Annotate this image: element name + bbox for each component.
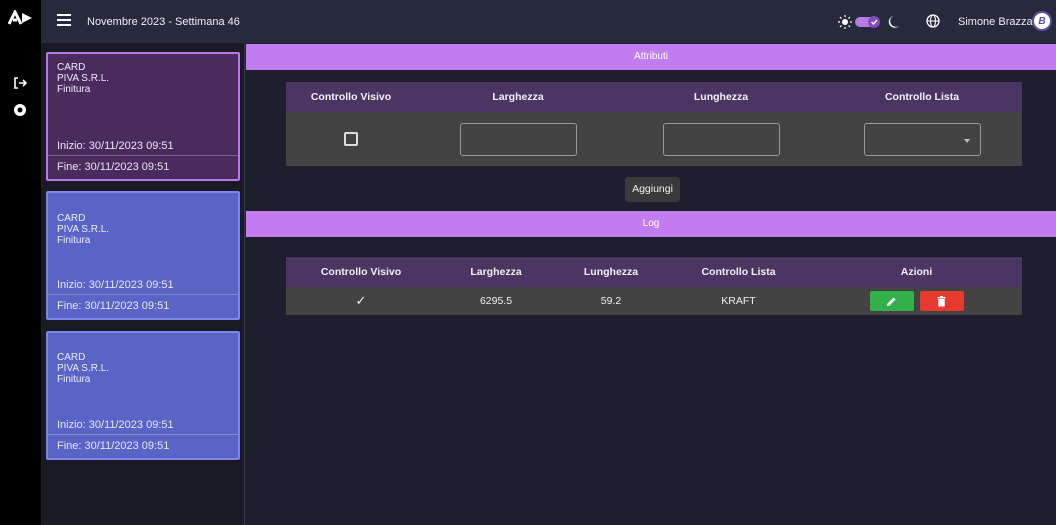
card-type: CARD <box>57 213 86 224</box>
card-stage: Finitura <box>57 235 91 246</box>
panel-divider <box>244 43 245 525</box>
card-divider <box>48 294 238 295</box>
column-header: Lunghezza <box>583 266 639 278</box>
column-header: Azioni <box>900 266 933 278</box>
attributes-table-header: Controllo Visivo Larghezza Lunghezza Con… <box>286 82 1022 112</box>
card-divider <box>48 434 238 435</box>
card-stage: Finitura <box>57 84 91 95</box>
lunghezza-value: 59.2 <box>600 295 622 307</box>
card-item[interactable]: CARD PIVA S.R.L. Finitura Inizio: 30/11/… <box>46 331 240 460</box>
card-type: CARD <box>57 352 86 363</box>
card-end: Fine: 30/11/2023 09:51 <box>57 300 170 312</box>
card-type: CARD <box>57 62 86 73</box>
log-table: Controllo Visivo Larghezza Lunghezza Con… <box>286 257 1022 315</box>
column-header: Larghezza <box>492 91 544 103</box>
log-header: Log <box>246 211 1056 237</box>
lunghezza-cell <box>620 122 822 156</box>
card-start: Inizio: 30/11/2023 09:51 <box>57 140 174 152</box>
lunghezza-input[interactable] <box>662 122 780 156</box>
check-mark: ✓ <box>355 293 367 308</box>
card-start: Inizio: 30/11/2023 09:51 <box>57 279 174 291</box>
larghezza-cell <box>416 122 620 156</box>
card-stage: Finitura <box>57 374 91 385</box>
attributes-table: Controllo Visivo Larghezza Lunghezza Con… <box>286 82 1022 166</box>
larghezza-input[interactable] <box>459 122 577 156</box>
column-header: Controllo Visivo <box>310 91 392 103</box>
log-table-header: Controllo Visivo Larghezza Lunghezza Con… <box>286 257 1022 287</box>
column-header: Lunghezza <box>693 91 749 103</box>
trash-icon <box>937 295 946 306</box>
card-item[interactable]: CARD PIVA S.R.L. Finitura Inizio: 30/11/… <box>46 52 240 181</box>
attributes-form-row <box>286 112 1022 166</box>
edit-button[interactable] <box>869 291 914 311</box>
sun-icon <box>838 15 852 29</box>
table-row: ✓ 6295.5 59.2 KRAFT <box>286 287 1022 315</box>
card-divider <box>48 155 238 156</box>
card-company: PIVA S.R.L. <box>57 363 110 374</box>
top-bar: Novembre 2023 - Settimana 46 Simone Braz… <box>41 0 1056 43</box>
card-end: Fine: 30/11/2023 09:51 <box>57 440 170 452</box>
logout-icon[interactable] <box>12 75 28 91</box>
moon-icon <box>888 16 899 28</box>
column-header: Controllo Lista <box>884 91 960 103</box>
column-header: Controllo Visivo <box>320 266 402 278</box>
checkbox-cell <box>286 132 416 146</box>
left-rail <box>0 0 41 525</box>
language-icon[interactable] <box>926 14 940 28</box>
page-title: Novembre 2023 - Settimana 46 <box>87 16 240 28</box>
actions-cell <box>811 291 1022 311</box>
card-end: Fine: 30/11/2023 09:51 <box>57 161 170 173</box>
theme-toggle[interactable] <box>837 12 913 32</box>
controllo-lista-select[interactable] <box>863 122 981 156</box>
card-company: PIVA S.R.L. <box>57 224 110 235</box>
card-list: CARD PIVA S.R.L. Finitura Inizio: 30/11/… <box>41 43 245 525</box>
attributes-header: Attributi <box>246 44 1056 70</box>
card-item[interactable]: CARD PIVA S.R.L. Finitura Inizio: 30/11/… <box>46 191 240 320</box>
chevron-down-icon <box>963 138 970 143</box>
column-header: Larghezza <box>470 266 522 278</box>
app-logo[interactable] <box>8 10 34 26</box>
column-header: Controllo Lista <box>701 266 776 278</box>
card-start: Inizio: 30/11/2023 09:51 <box>57 419 174 431</box>
larghezza-value: 6295.5 <box>479 295 513 307</box>
lista-value: KRAFT <box>721 295 756 307</box>
card-company: PIVA S.R.L. <box>57 73 110 84</box>
avatar[interactable]: B <box>1032 11 1052 31</box>
delete-button[interactable] <box>919 291 964 311</box>
controllo-visivo-checkbox[interactable] <box>344 132 358 146</box>
add-button[interactable]: Aggiungi <box>625 177 680 202</box>
lista-cell <box>822 122 1022 156</box>
pencil-icon <box>887 297 896 306</box>
menu-icon[interactable] <box>57 14 71 28</box>
settings-icon[interactable] <box>12 102 28 118</box>
